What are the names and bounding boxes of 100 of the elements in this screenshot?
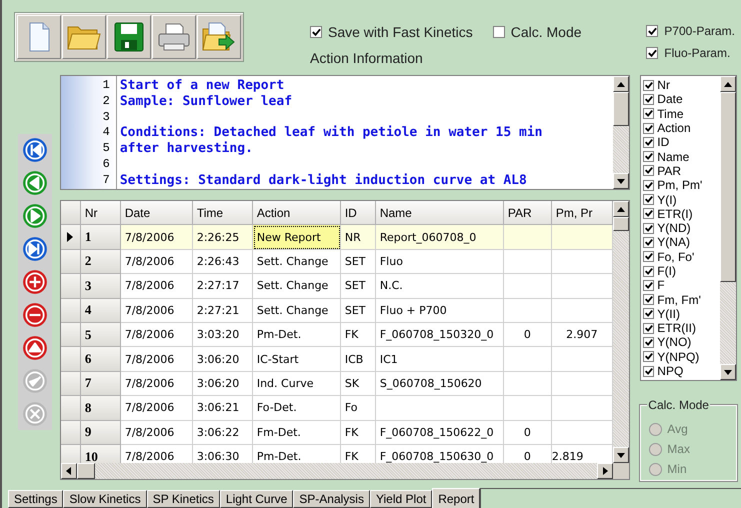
scroll-right-button[interactable] — [597, 463, 614, 479]
open-button[interactable] — [62, 15, 106, 59]
scrollbar[interactable] — [720, 76, 736, 380]
column-checkbox[interactable]: Nr — [643, 78, 720, 92]
checkmark-icon — [647, 26, 658, 36]
tab[interactable]: Report — [432, 488, 480, 508]
text-line: after harvesting. — [120, 141, 254, 157]
row-header[interactable] — [60, 420, 81, 445]
column-header[interactable]: Action — [252, 201, 341, 226]
text-editor[interactable]: 1 2 3 4 5 6 7 Start of a new Report Sample: Sunflower leaf Conditions: Detached leaf with petiole in water 15 min after harvesting. Settings: Standard dark-light induction curve at AL8 — [60, 75, 630, 190]
nav-button[interactable] — [21, 169, 49, 197]
column-checkbox[interactable]: Date — [643, 92, 720, 107]
tab[interactable]: Light Curve — [220, 490, 294, 508]
print-button[interactable] — [152, 15, 196, 59]
option-checkbox[interactable]: Calc. Mode — [492, 24, 582, 40]
nav-button[interactable] — [21, 334, 49, 362]
row-header[interactable] — [60, 274, 81, 299]
scrollbar[interactable] — [612, 201, 629, 463]
column-checkbox[interactable]: Name — [643, 149, 720, 164]
scroll-down-button[interactable] — [613, 173, 630, 189]
arrow-down-icon — [724, 370, 732, 374]
table-cell: 2:27:17 — [192, 274, 253, 299]
row-header[interactable] — [60, 372, 81, 396]
column-checkbox[interactable]: Y(NA) — [643, 235, 720, 250]
save-button[interactable] — [107, 15, 151, 59]
empty-cell — [504, 274, 552, 299]
tab[interactable]: SP-Analysis — [293, 490, 370, 508]
empty-cell — [504, 250, 552, 274]
column-header[interactable]: Time — [192, 201, 253, 226]
column-checkbox[interactable]: Pm, Pm' — [643, 178, 720, 192]
line-number: 7 — [102, 172, 110, 189]
column-checkbox[interactable]: ETR(II) — [643, 321, 720, 336]
scrollbar[interactable] — [613, 76, 630, 189]
nav-button[interactable] — [21, 268, 49, 296]
param-checkbox[interactable]: Fluo-Param. — [646, 46, 735, 60]
column-header[interactable]: Pm, Pr — [552, 201, 613, 226]
row-header[interactable] — [60, 396, 81, 421]
column-checkbox[interactable]: ID — [643, 135, 720, 150]
tab[interactable]: Yield Plot — [370, 490, 432, 508]
arrow-up-icon — [724, 82, 732, 86]
column-header[interactable]: PAR — [504, 201, 552, 226]
row-header[interactable] — [60, 347, 81, 372]
scroll-thumb[interactable] — [612, 217, 629, 231]
column-checkbox[interactable]: Y(ND) — [643, 220, 720, 236]
cancel-icon — [22, 401, 48, 427]
option-checkbox[interactable]: Save with Fast Kinetics — [310, 24, 473, 40]
table-cell: 2 — [80, 250, 121, 274]
remove-icon — [22, 302, 48, 328]
nav-button[interactable] — [21, 136, 49, 164]
scroll-thumb[interactable] — [720, 92, 736, 282]
column-checkbox[interactable]: PAR — [643, 164, 720, 178]
column-checkbox[interactable]: F — [643, 278, 720, 292]
table-cell: 7/8/2006 — [120, 420, 193, 445]
param-checkbox[interactable]: P700-Param. — [646, 24, 735, 38]
line-number: 3 — [102, 110, 110, 126]
column-checkbox[interactable]: NPQ — [643, 364, 720, 378]
column-checkbox[interactable]: Y(II) — [643, 306, 720, 322]
column-checkbox[interactable]: Fo, Fo' — [643, 250, 720, 264]
column-header[interactable]: ID — [340, 201, 376, 226]
scroll-down-button[interactable] — [720, 364, 736, 380]
column-checkbox[interactable]: Y(NPQ) — [643, 350, 720, 364]
export-button[interactable] — [197, 15, 241, 59]
table-cell: 7/8/2006 — [120, 396, 193, 421]
column-checkbox[interactable]: Y(I) — [643, 192, 720, 207]
scroll-up-button[interactable] — [612, 201, 629, 217]
row-indicator[interactable] — [60, 225, 81, 250]
scrollbar[interactable] — [60, 463, 630, 479]
table-cell: 2:26:43 — [192, 250, 253, 274]
new-document-button[interactable] — [17, 15, 61, 59]
row-header[interactable] — [60, 444, 81, 463]
nav-button[interactable] — [21, 301, 49, 329]
tab[interactable]: Slow Kinetics — [63, 490, 147, 508]
nav-button[interactable] — [21, 202, 49, 230]
row-header[interactable] — [60, 298, 81, 323]
tab[interactable]: Settings — [8, 490, 64, 508]
table-cell: 7/8/2006 — [120, 298, 193, 323]
line-number: 5 — [102, 141, 110, 157]
column-header[interactable]: Nr — [80, 201, 121, 226]
nav-button[interactable] — [21, 235, 49, 263]
text-line: Settings: Standard dark-light induction curve at AL8 — [120, 172, 528, 189]
tab[interactable]: SP Kinetics — [146, 490, 220, 508]
column-checkbox[interactable]: Action — [643, 120, 720, 136]
row-header[interactable] — [60, 250, 81, 274]
table-cell: 7/8/2006 — [120, 225, 193, 250]
scroll-thumb[interactable] — [613, 92, 630, 126]
scroll-thumb[interactable] — [76, 463, 95, 479]
scroll-down-button[interactable] — [612, 447, 629, 463]
table-cell: 3:06:21 — [192, 396, 253, 421]
column-checkbox[interactable]: F(I) — [643, 264, 720, 278]
scroll-up-button[interactable] — [613, 76, 630, 92]
next-icon — [22, 203, 48, 229]
column-header[interactable]: Date — [120, 201, 193, 226]
column-header[interactable]: Name — [376, 201, 504, 226]
scroll-up-button[interactable] — [720, 76, 736, 92]
row-header[interactable] — [60, 322, 81, 348]
column-checkbox[interactable]: Fm, Fm' — [643, 292, 720, 307]
scroll-left-button[interactable] — [60, 463, 77, 479]
column-checkbox[interactable]: ETR(I) — [643, 206, 720, 221]
column-checkbox[interactable]: Time — [643, 106, 720, 121]
column-checkbox[interactable]: Y(NO) — [643, 335, 720, 350]
